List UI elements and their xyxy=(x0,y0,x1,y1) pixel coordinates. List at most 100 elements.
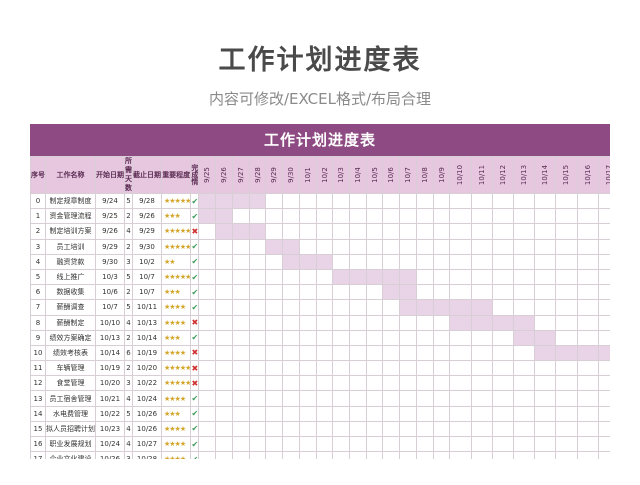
gantt-cell xyxy=(349,451,367,459)
gantt-cell xyxy=(231,208,250,225)
gantt-cell xyxy=(382,299,401,316)
date-label: 9/30 xyxy=(286,167,295,183)
gantt-cell xyxy=(491,223,514,240)
date-header: 10/10 xyxy=(449,156,472,194)
gantt-cell xyxy=(349,284,367,301)
row-no: 17 xyxy=(30,451,46,459)
row-end-date: 10/2 xyxy=(132,253,162,270)
row-name: 职业发展规划 xyxy=(45,435,96,453)
col-name-header: 工作名称 xyxy=(45,156,96,194)
row-end-date: 9/26 xyxy=(132,208,162,225)
gantt-cell xyxy=(597,360,610,377)
gantt-cell xyxy=(231,405,250,422)
row-no: 11 xyxy=(30,360,46,377)
importance-stars: ★★★★ xyxy=(160,314,192,331)
importance-stars: ★★ xyxy=(160,253,192,270)
gantt-cell xyxy=(248,268,267,286)
gantt-cell xyxy=(332,390,350,407)
gantt-cell xyxy=(597,223,610,240)
row-name: 制定规章制度 xyxy=(45,192,96,210)
gantt-cell xyxy=(298,268,317,286)
gantt-cell xyxy=(215,329,233,346)
gantt-cell xyxy=(382,435,401,453)
gantt-cell xyxy=(576,360,599,377)
gantt-cell xyxy=(470,329,493,346)
gantt-cell xyxy=(555,223,578,240)
date-label: 9/29 xyxy=(270,167,279,183)
row-end-date: 10/11 xyxy=(132,299,162,316)
gantt-cell xyxy=(215,284,233,301)
gantt-cell xyxy=(555,390,578,407)
gantt-cell xyxy=(365,238,384,255)
row-start-date: 9/30 xyxy=(95,253,125,270)
gantt-cell xyxy=(365,253,384,270)
gantt-cell xyxy=(332,192,350,210)
gantt-table: 序号 工作名称 开始日期 所需天数 截止日期 重要程度 完成情 9/25 9/26… xyxy=(30,156,610,459)
gantt-cell xyxy=(365,223,384,240)
gantt-cell xyxy=(315,420,334,438)
gantt-cell xyxy=(470,344,493,362)
date-header: 9/29 xyxy=(265,156,284,194)
date-header: 10/15 xyxy=(555,156,578,194)
gantt-cell xyxy=(555,268,578,286)
gantt-cell xyxy=(512,299,536,316)
date-label: 10/2 xyxy=(320,167,329,183)
gantt-cell xyxy=(470,390,493,407)
gantt-cell xyxy=(449,375,472,392)
date-header: 10/2 xyxy=(315,156,334,194)
row-end-date: 10/19 xyxy=(132,344,162,362)
gantt-cell xyxy=(349,405,367,422)
gantt-cell xyxy=(534,268,557,286)
gantt-cell xyxy=(282,329,300,346)
gantt-cell xyxy=(265,268,284,286)
date-header: 10/11 xyxy=(470,156,493,194)
importance-stars: ★★★★ xyxy=(160,451,192,459)
gantt-cell xyxy=(597,284,610,301)
gantt-cell xyxy=(382,451,401,459)
gantt-cell xyxy=(534,238,557,255)
row-start-date: 10/3 xyxy=(95,268,125,286)
gantt-cell xyxy=(597,451,610,459)
gantt-cell xyxy=(215,390,233,407)
row-end-date: 9/30 xyxy=(132,238,162,255)
gantt-cell xyxy=(555,208,578,225)
date-header: 10/4 xyxy=(349,156,367,194)
row-end-date: 10/22 xyxy=(132,375,162,392)
gantt-bar-cell xyxy=(491,314,514,331)
gantt-cell xyxy=(576,208,599,225)
row-start-date: 10/20 xyxy=(95,375,125,392)
date-label: 9/28 xyxy=(253,167,262,183)
gantt-cell xyxy=(432,238,451,255)
gantt-cell xyxy=(534,420,557,438)
gantt-cell xyxy=(365,420,384,438)
importance-stars: ★★★★ xyxy=(160,299,192,316)
gantt-bar-cell xyxy=(576,344,599,362)
check-icon: ✔ xyxy=(190,192,200,210)
date-label: 10/12 xyxy=(498,164,507,186)
gantt-cell xyxy=(365,435,384,453)
gantt-cell xyxy=(349,390,367,407)
gantt-cell xyxy=(576,451,599,459)
gantt-cell xyxy=(265,284,284,301)
date-label: 10/8 xyxy=(420,167,429,183)
importance-stars: ★★★★★ xyxy=(160,268,192,286)
row-start-date: 10/19 xyxy=(95,360,125,377)
gantt-cell xyxy=(382,360,401,377)
row-name: 薪酬制定 xyxy=(45,314,96,331)
row-no: 3 xyxy=(30,238,46,255)
gantt-cell xyxy=(597,238,610,255)
gantt-cell xyxy=(298,420,317,438)
gantt-cell xyxy=(315,451,334,459)
gantt-cell xyxy=(231,420,250,438)
gantt-cell xyxy=(449,344,472,362)
gantt-cell xyxy=(198,451,217,459)
table-row: 0 制定规章制度 9/24 5 9/28 ★★★★★ ✔ xyxy=(30,192,610,210)
gantt-cell xyxy=(432,405,451,422)
gantt-cell xyxy=(248,344,267,362)
gantt-cell xyxy=(399,329,417,346)
gantt-cell xyxy=(432,435,451,453)
gantt-bar-cell xyxy=(432,299,451,316)
gantt-cell xyxy=(332,360,350,377)
gantt-cell xyxy=(315,284,334,301)
gantt-cell xyxy=(432,268,451,286)
